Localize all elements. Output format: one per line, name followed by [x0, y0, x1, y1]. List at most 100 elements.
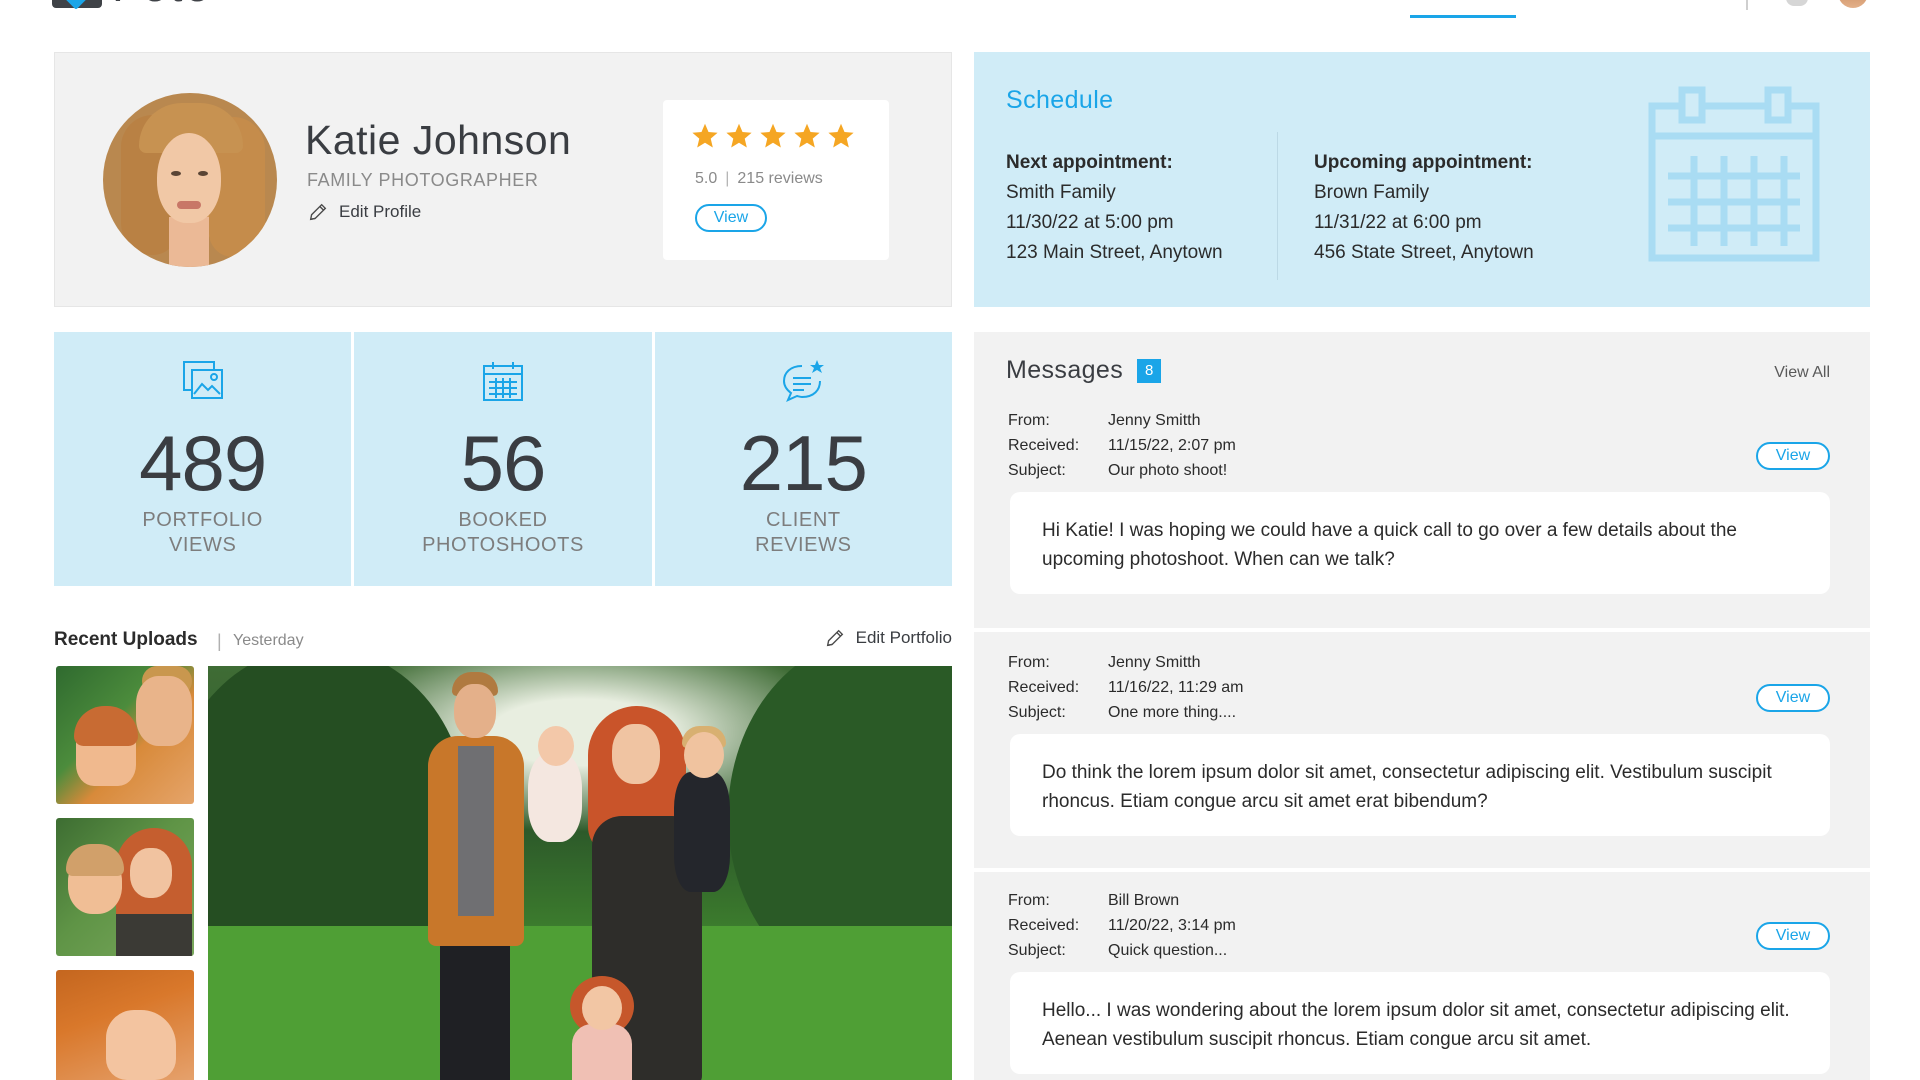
upcoming-appointment: Upcoming appointment: Brown Family 11/31… — [1314, 148, 1534, 268]
view-message-button[interactable]: View — [1756, 442, 1830, 470]
message-from: Bill Brown — [1108, 892, 1180, 909]
message-from: Jenny Smitth — [1108, 412, 1201, 429]
message-meta: From: Jenny Smitth Received: 11/16/22, 11:… — [1008, 650, 1244, 725]
featured-upload-photo[interactable] — [208, 666, 952, 1080]
recent-uploads-title: Recent Uploads — [54, 629, 198, 650]
star-icon — [760, 123, 786, 148]
view-reviews-button[interactable]: View — [695, 204, 767, 232]
recent-uploads-header: Recent Uploads | Yesterday Edit Portfoli… — [54, 625, 952, 655]
message-body: Hi Katie! I was hoping we could have a q… — [1010, 492, 1830, 594]
view-all-messages-link[interactable]: View All — [1774, 364, 1830, 382]
profile-avatar — [103, 93, 277, 267]
active-nav-indicator — [1410, 15, 1516, 18]
profile-role: FAMILY PHOTOGRAPHER — [307, 170, 539, 190]
subject-label: Subject: — [1008, 704, 1066, 721]
message-divider — [974, 868, 1870, 872]
logo-check-icon — [63, 0, 89, 10]
next-appointment-time: 11/30/22 at 5:00 pm — [1006, 212, 1174, 233]
upcoming-appointment-heading: Upcoming appointment: — [1314, 152, 1533, 173]
upload-thumbnail[interactable] — [56, 970, 194, 1080]
profile-card: Katie Johnson FAMILY PHOTOGRAPHER Edit P… — [54, 52, 952, 307]
message-subject: Our photo shoot! — [1108, 462, 1228, 479]
recent-uploads-separator: | — [217, 631, 222, 651]
schedule-card: Schedule Next appointment: Smith Family … — [974, 52, 1870, 307]
stat-booked-photoshoots[interactable]: 56 BOOKED PHOTOSHOOTS — [354, 332, 652, 586]
pencil-icon — [826, 629, 843, 647]
subject-label: Subject: — [1008, 462, 1066, 479]
rating-review-count: 215 reviews — [737, 170, 823, 187]
top-header: Foto — [0, 0, 1920, 26]
stat-client-reviews[interactable]: 215 CLIENT REVIEWS — [654, 332, 952, 586]
view-message-button[interactable]: View — [1756, 684, 1830, 712]
message-received: 11/16/22, 11:29 am — [1108, 679, 1244, 696]
chat-bubble-star-icon — [783, 360, 825, 402]
view-message-button[interactable]: View — [1756, 922, 1830, 950]
star-icon — [828, 123, 854, 148]
messages-header: Messages 8 — [1006, 356, 1162, 385]
image-gallery-icon — [182, 361, 223, 399]
message-subject: Quick question... — [1108, 942, 1228, 959]
received-label: Received: — [1008, 437, 1080, 454]
calendar-icon — [1648, 86, 1820, 262]
stat-label: BOOKED PHOTOSHOOTS — [354, 508, 651, 558]
message-meta: From: Jenny Smitth Received: 11/15/22, 2:0… — [1008, 408, 1236, 483]
nav-divider — [1746, 0, 1748, 10]
from-label: From: — [1008, 892, 1050, 909]
edit-profile-link[interactable]: Edit Profile — [307, 201, 421, 223]
stat-label-line: PORTFOLIO — [142, 509, 263, 531]
stat-value: 489 — [139, 419, 267, 507]
message-body: Do think the lorem ipsum dolor sit amet,… — [1010, 734, 1830, 836]
message-received: 11/15/22, 2:07 pm — [1108, 437, 1236, 454]
message-received: 11/20/22, 3:14 pm — [1108, 917, 1236, 934]
schedule-title: Schedule — [1006, 86, 1114, 114]
rating-separator: | — [725, 170, 730, 187]
received-label: Received: — [1008, 679, 1080, 696]
upcoming-appointment-client: Brown Family — [1314, 182, 1430, 203]
stat-value: 56 — [460, 419, 547, 507]
upcoming-appointment-time: 11/31/22 at 6:00 pm — [1314, 212, 1482, 233]
profile-name: Katie Johnson — [305, 117, 572, 163]
message-subject: One more thing.... — [1108, 704, 1237, 721]
stat-label-line: VIEWS — [168, 534, 237, 556]
stat-label-line: REVIEWS — [755, 534, 852, 556]
rating-summary: 5.0 | 215 reviews — [695, 170, 823, 188]
next-appointment-heading: Next appointment: — [1006, 152, 1173, 173]
edit-portfolio-label: Edit Portfolio — [855, 628, 952, 647]
from-label: From: — [1008, 654, 1050, 671]
stat-label-line: CLIENT — [765, 509, 841, 531]
calendar-icon — [482, 362, 523, 401]
upcoming-appointment-location: 456 State Street, Anytown — [1314, 242, 1534, 263]
subject-label: Subject: — [1008, 942, 1066, 959]
messages-panel: Messages 8 View All From: Jenny Smitth Re… — [974, 332, 1870, 1080]
edit-portfolio-link[interactable]: Edit Portfolio — [824, 627, 952, 649]
star-icon — [794, 123, 820, 148]
message-body: Hello... I was wondering about the lorem… — [1010, 972, 1830, 1074]
messages-title: Messages — [1006, 356, 1124, 384]
notification-bell-icon[interactable] — [1786, 0, 1808, 6]
star-icon — [692, 123, 718, 148]
star-icon — [726, 123, 752, 148]
rating-score: 5.0 — [695, 170, 718, 187]
stat-value: 215 — [739, 419, 868, 507]
rating-stars — [691, 122, 855, 150]
stat-label: PORTFOLIO VIEWS — [54, 508, 351, 558]
next-appointment-location: 123 Main Street, Anytown — [1006, 242, 1223, 263]
schedule-divider — [1277, 132, 1278, 280]
user-avatar[interactable] — [1838, 0, 1868, 8]
next-appointment-client: Smith Family — [1006, 182, 1116, 203]
received-label: Received: — [1008, 917, 1080, 934]
logo-mark[interactable] — [52, 0, 102, 10]
rating-box: 5.0 | 215 reviews View — [663, 100, 889, 260]
upload-thumbnail[interactable] — [56, 818, 194, 956]
messages-count-badge: 8 — [1137, 358, 1162, 383]
from-label: From: — [1008, 412, 1050, 429]
upload-thumbnail[interactable] — [56, 666, 194, 804]
message-from: Jenny Smitth — [1108, 654, 1201, 671]
stats-row: 489 PORTFOLIO VIEWS 56 BOOKED PHOTOSHOOT… — [54, 332, 952, 586]
logo-text[interactable]: Foto — [112, 0, 212, 8]
stat-portfolio-views[interactable]: 489 PORTFOLIO VIEWS — [54, 332, 352, 586]
stat-label-line: BOOKED — [458, 509, 548, 531]
next-appointment: Next appointment: Smith Family 11/30/22 … — [1006, 148, 1223, 268]
stat-label-line: PHOTOSHOOTS — [422, 534, 584, 556]
recent-uploads-date: Yesterday — [233, 632, 304, 649]
